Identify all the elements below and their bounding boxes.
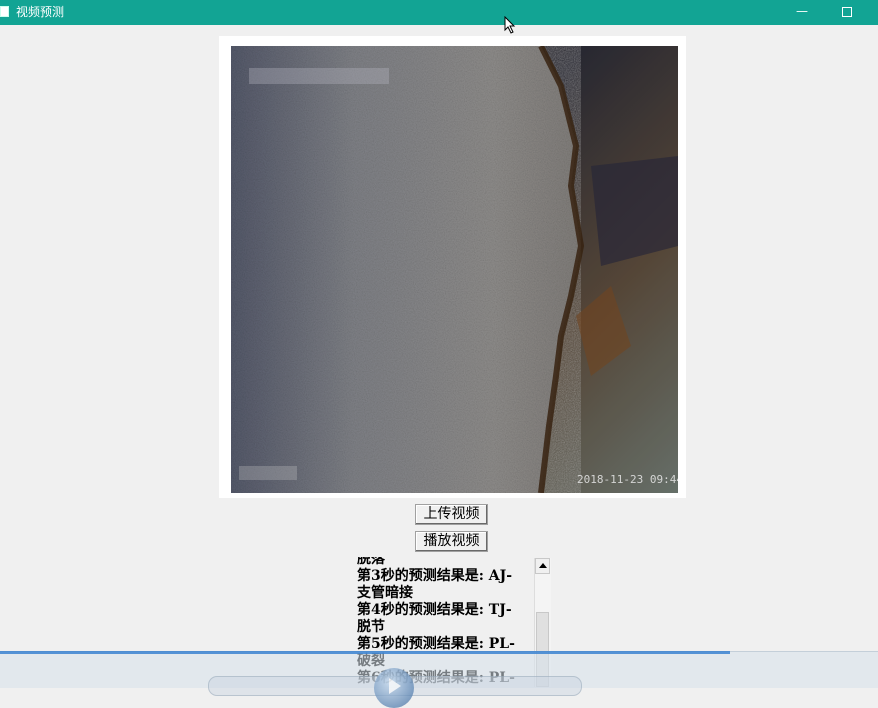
scroll-up-arrow-icon[interactable] (535, 558, 550, 574)
play-icon[interactable] (374, 668, 414, 708)
maximize-icon (842, 7, 852, 17)
video-frame-image: 2018-11-23 09:44:23 (231, 46, 678, 493)
title-bar: 视频预测 — (0, 0, 878, 25)
minimize-button[interactable]: — (787, 0, 817, 25)
mouse-cursor-icon (504, 16, 516, 34)
window-app-icon (0, 6, 9, 17)
window-title: 视频预测 (16, 5, 65, 19)
video-timestamp: 2018-11-23 09:44:23 (577, 473, 678, 486)
video-display: 2018-11-23 09:44:23 (219, 36, 686, 498)
minimize-icon: — (796, 4, 808, 18)
upload-video-button[interactable]: 上传视频 (415, 504, 488, 525)
playback-progress-line[interactable] (0, 651, 730, 654)
play-video-button[interactable]: 播放视频 (415, 531, 488, 552)
maximize-button[interactable] (832, 0, 862, 25)
